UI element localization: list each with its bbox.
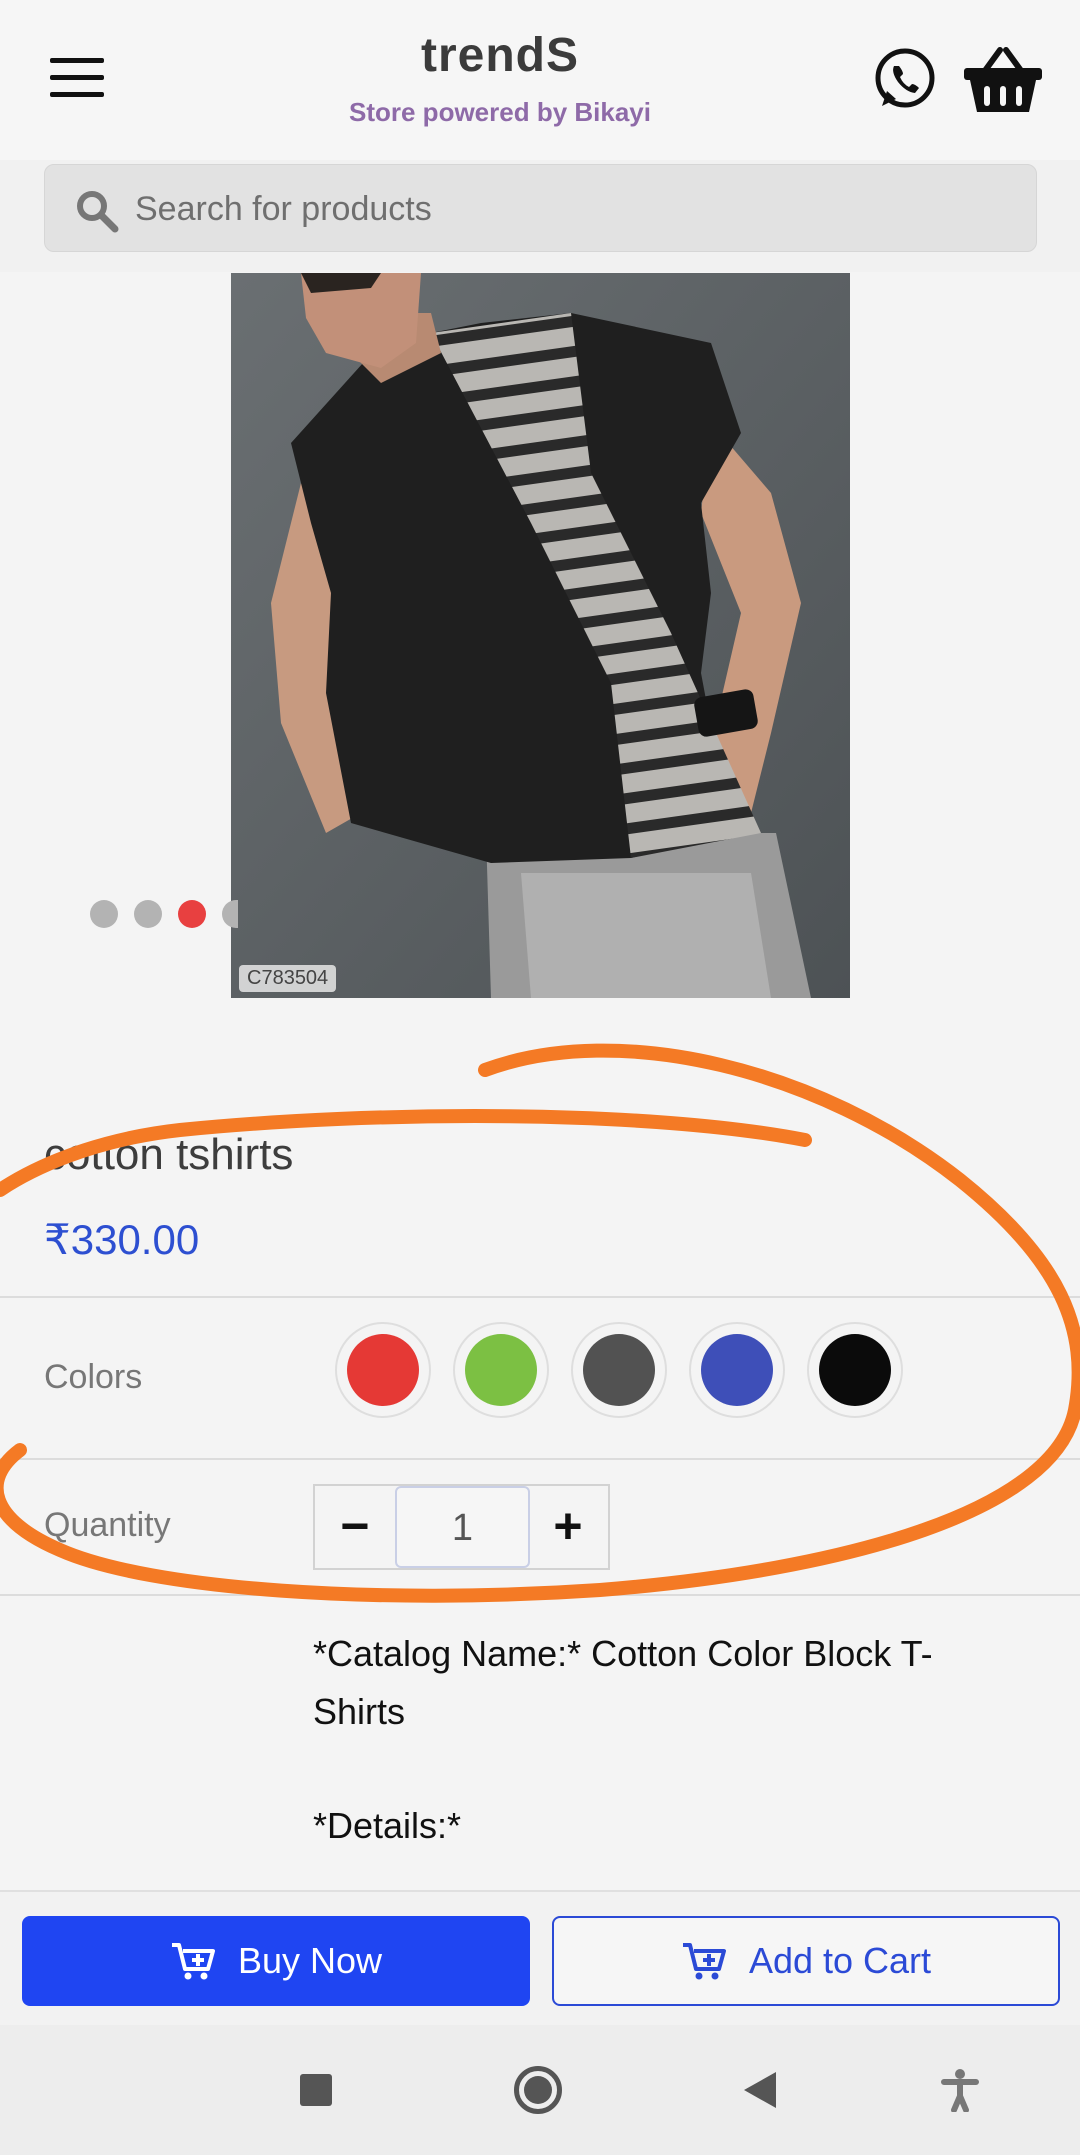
add-to-cart-button[interactable]: Add to Cart: [552, 1916, 1060, 2006]
accessibility-icon[interactable]: [910, 2025, 1010, 2155]
details-heading: *Details:*: [313, 1805, 462, 1846]
search-input[interactable]: [135, 165, 995, 253]
color-swatch-blue[interactable]: [689, 1322, 785, 1418]
app-header: trendS Store powered by Bikayi: [0, 0, 1080, 160]
catalog-name-text: *Catalog Name:* Cotton Color Block T-Shi…: [313, 1633, 933, 1732]
divider: [0, 1594, 1080, 1596]
color-swatch-red[interactable]: [335, 1322, 431, 1418]
quantity-increase-button[interactable]: +: [528, 1486, 608, 1568]
color-swatch-black[interactable]: [807, 1322, 903, 1418]
quantity-value[interactable]: 1: [395, 1486, 530, 1568]
basket-icon[interactable]: [962, 44, 1044, 114]
carousel-dot[interactable]: [134, 900, 162, 928]
sku-badge: C783504: [239, 965, 337, 992]
search-section: [0, 160, 1080, 272]
divider: [0, 1296, 1080, 1298]
whatsapp-icon[interactable]: [872, 46, 938, 112]
recents-square-icon[interactable]: [266, 2025, 366, 2155]
product-photo: [231, 273, 850, 998]
store-title: trendS: [420, 29, 579, 82]
product-description: *Catalog Name:* Cotton Color Block T-Shi…: [313, 1625, 1013, 1911]
search-bar[interactable]: [44, 164, 1037, 253]
carousel-indicator[interactable]: [90, 900, 240, 930]
divider: [0, 1458, 1080, 1460]
quantity-label: Quantity: [44, 1506, 171, 1544]
quantity-decrease-button[interactable]: −: [315, 1486, 395, 1568]
bottom-action-bar: Buy Now Add to Cart: [0, 1890, 1080, 2025]
quantity-stepper: − 1 +: [313, 1484, 610, 1570]
store-subtitle: Store powered by Bikayi: [349, 97, 651, 127]
cart-plus-icon: [682, 1943, 726, 1980]
add-to-cart-label: Add to Cart: [748, 1940, 932, 1981]
system-nav-bar: [0, 2025, 1080, 2155]
color-swatch-dark-grey[interactable]: [571, 1322, 667, 1418]
buy-now-label: Buy Now: [237, 1940, 383, 1981]
home-circle-icon[interactable]: [488, 2025, 588, 2155]
buy-now-button[interactable]: Buy Now: [22, 1916, 530, 2006]
color-swatch-green[interactable]: [453, 1322, 549, 1418]
carousel-dot[interactable]: [90, 900, 118, 928]
carousel-dot[interactable]: [222, 900, 238, 928]
cart-plus-icon: [171, 1943, 215, 1980]
search-icon: [75, 189, 119, 233]
back-triangle-icon[interactable]: [710, 2025, 810, 2155]
product-title: cotton tshirts: [44, 1130, 294, 1179]
store-brand[interactable]: trendS Store powered by Bikayi: [0, 28, 1000, 128]
carousel-dot-active[interactable]: [178, 900, 206, 928]
colors-label: Colors: [44, 1358, 143, 1396]
product-price: ₹330.00: [44, 1216, 200, 1263]
product-image[interactable]: C783504: [231, 273, 850, 998]
